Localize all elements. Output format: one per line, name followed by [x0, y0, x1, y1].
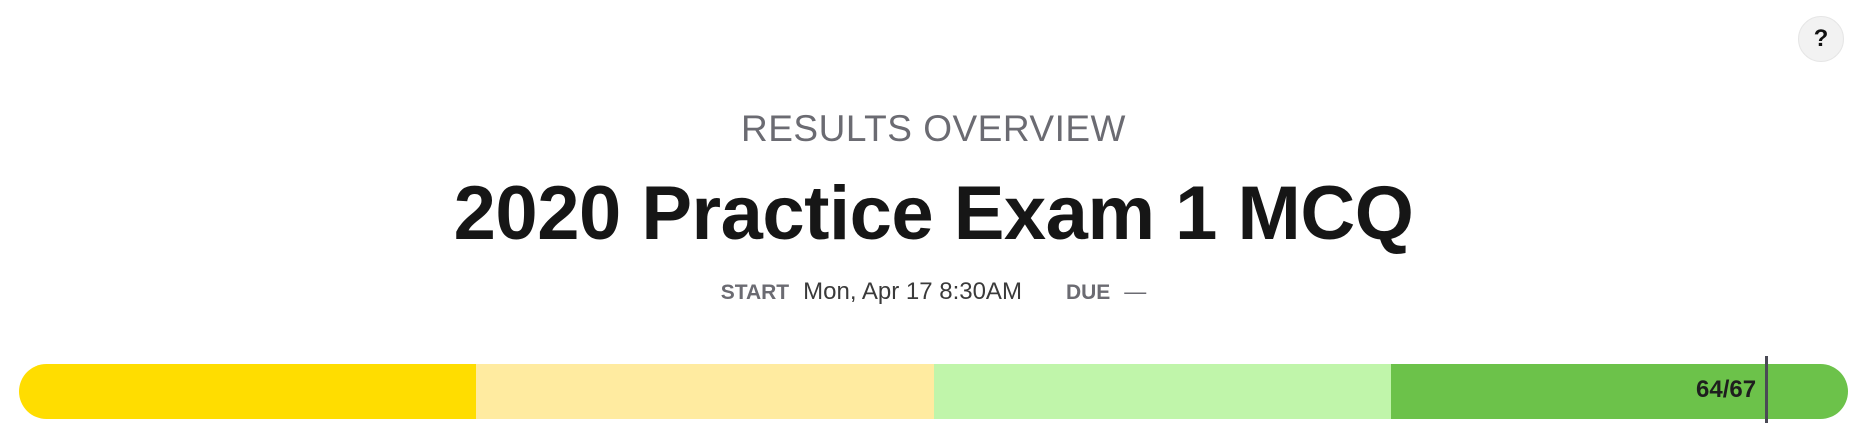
progress-segment-4 — [1390, 364, 1848, 419]
progress-segment-2 — [476, 364, 934, 419]
start-value: Mon, Apr 17 8:30AM — [803, 278, 1022, 305]
help-button[interactable]: ? — [1798, 16, 1844, 62]
results-overview-label: RESULTS OVERVIEW — [741, 108, 1126, 149]
score-progress-bar — [19, 364, 1848, 419]
due-label: DUE — [1065, 281, 1111, 304]
progress-segment-1 — [19, 364, 477, 419]
score-marker — [1764, 356, 1768, 423]
start-label: START — [720, 281, 790, 304]
score-label: 64/67 — [1696, 376, 1757, 403]
exam-meta-row: START Mon, Apr 17 8:30AM DUE — — [0, 278, 1867, 306]
progress-segment-3 — [933, 364, 1391, 419]
due-value: — — [1124, 279, 1147, 304]
exam-title: 2020 Practice Exam 1 MCQ — [453, 171, 1414, 256]
